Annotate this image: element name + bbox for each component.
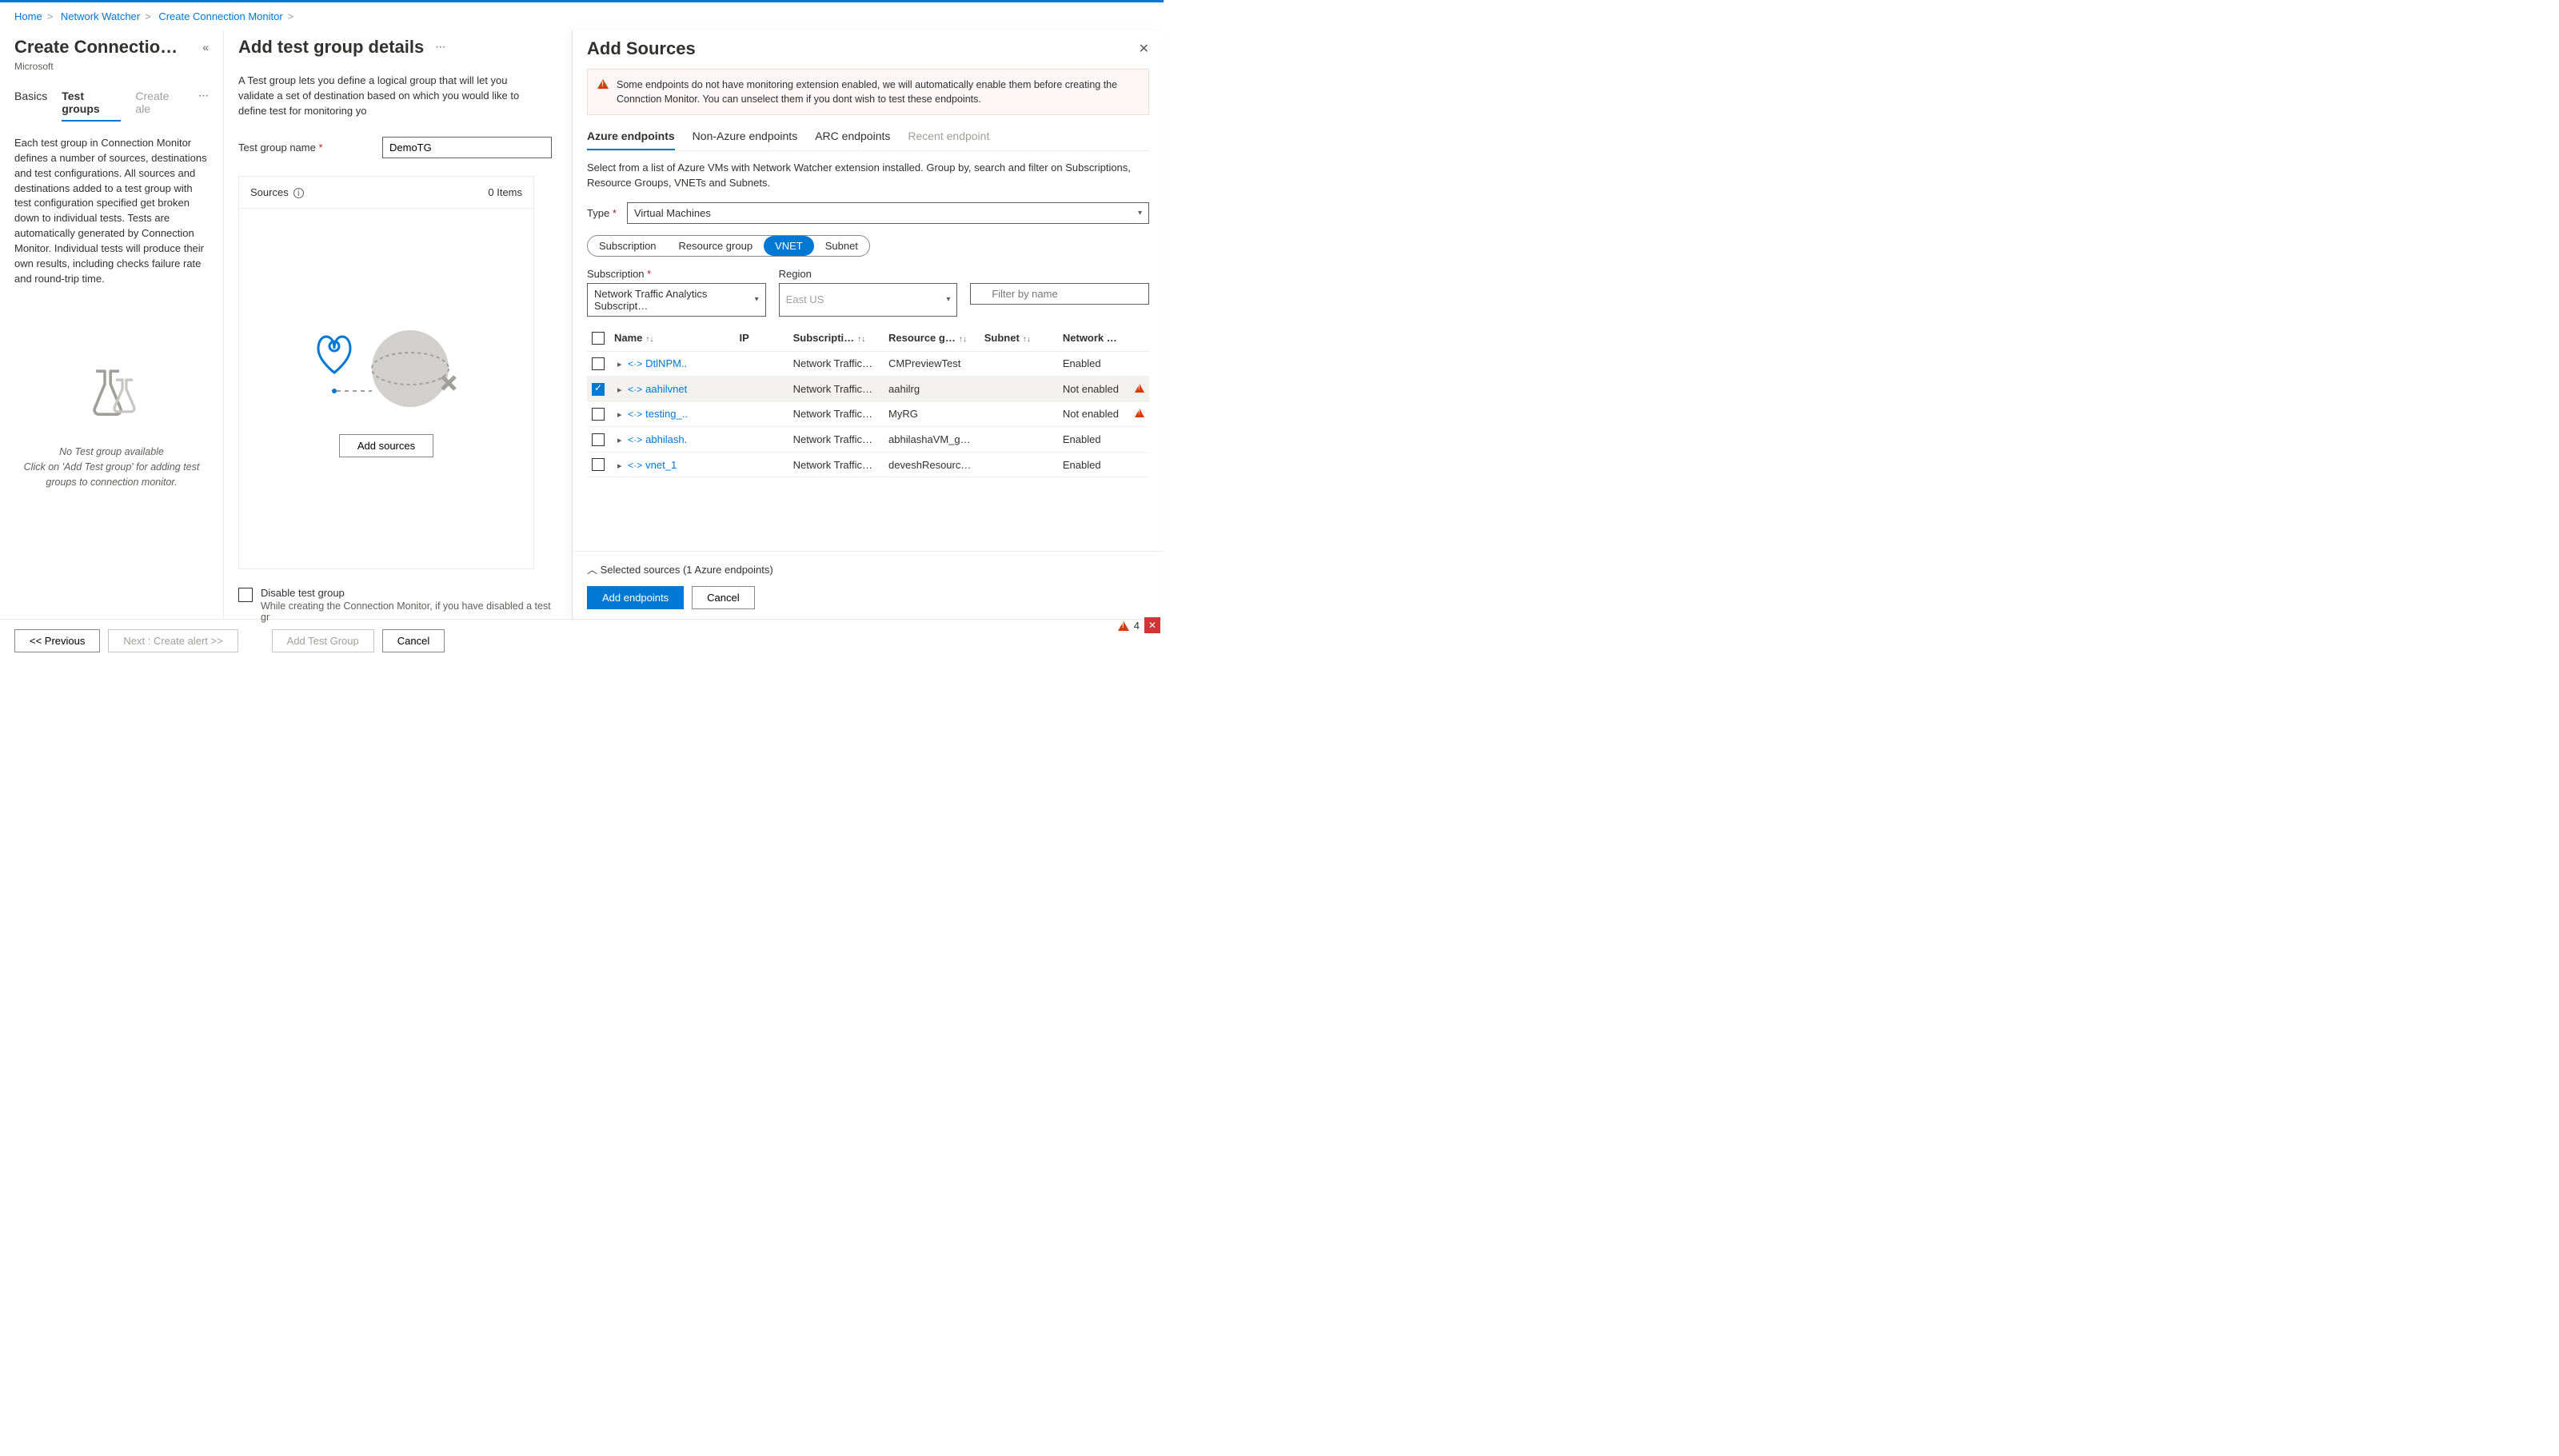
select-all-checkbox[interactable]: [592, 332, 605, 345]
pill-vnet[interactable]: VNET: [764, 236, 814, 256]
table-row[interactable]: ▸ <·>abhilash.Network Traffic…abhilashaV…: [587, 427, 1149, 453]
warning-icon: [597, 79, 609, 89]
disable-tg-sub: While creating the Connection Monitor, i…: [261, 600, 552, 623]
breadcrumb-create-cm[interactable]: Create Connection Monitor: [158, 10, 282, 22]
warning-icon: [1135, 384, 1144, 393]
subtitle: Microsoft: [14, 61, 209, 72]
row-checkbox[interactable]: [592, 458, 605, 471]
chevron-right-icon[interactable]: ▸: [617, 436, 622, 445]
row-checkbox[interactable]: [592, 383, 605, 396]
mid-title: Add test group details: [238, 37, 424, 58]
flyout-title: Add Sources: [587, 38, 696, 59]
page-title: Create Connection…: [14, 37, 182, 58]
info-icon[interactable]: i: [293, 188, 304, 198]
sort-icon[interactable]: ↑↓: [645, 335, 653, 344]
add-endpoints-button[interactable]: Add endpoints: [587, 586, 684, 609]
globe-illustration: [298, 321, 474, 417]
region-label: Region: [779, 268, 958, 280]
vnet-name-link[interactable]: testing_..: [645, 408, 688, 420]
tab-basics[interactable]: Basics: [14, 90, 47, 122]
left-description: Each test group in Connection Monitor de…: [14, 136, 209, 286]
endpoints-table: Name↑↓ IP Subscripti…↑↓ Resource g…↑↓ Su…: [587, 325, 1149, 477]
tg-name-label: Test group name *: [238, 142, 382, 154]
sort-icon[interactable]: ↑↓: [857, 335, 865, 344]
subscription-dropdown[interactable]: Network Traffic Analytics Subscript…▾: [587, 283, 766, 317]
previous-button[interactable]: << Previous: [14, 629, 100, 652]
sort-icon[interactable]: ↑↓: [1023, 335, 1031, 344]
chevron-right-icon[interactable]: ▸: [617, 410, 622, 420]
next-button[interactable]: Next : Create alert >>: [108, 629, 238, 652]
table-row[interactable]: ▸ <·>aahilvnetNetwork Traffic…aahilrgNot…: [587, 377, 1149, 402]
footer-cancel-button[interactable]: Cancel: [382, 629, 445, 652]
sort-icon[interactable]: ↑↓: [959, 335, 967, 344]
tab-test-groups[interactable]: Test groups: [62, 90, 121, 122]
row-checkbox[interactable]: [592, 357, 605, 370]
table-row[interactable]: ▸ <·>vnet_1Network Traffic…deveshResourc…: [587, 452, 1149, 477]
chevron-up-icon: ︿: [587, 564, 597, 576]
warning-icon: [1135, 409, 1144, 417]
vnet-name-link[interactable]: DtlNPM..: [645, 357, 687, 369]
vnet-icon: <·>: [628, 409, 642, 420]
disable-tg-checkbox[interactable]: [238, 588, 253, 602]
chevron-right-icon[interactable]: ▸: [617, 461, 622, 471]
dismiss-error-icon[interactable]: ✕: [1144, 617, 1160, 633]
chevron-right-icon[interactable]: ▸: [617, 385, 622, 395]
vnet-icon: <·>: [628, 434, 642, 445]
pill-subscription[interactable]: Subscription: [588, 236, 668, 256]
flyout-cancel-button[interactable]: Cancel: [692, 586, 754, 609]
vnet-name-link[interactable]: abhilash.: [645, 433, 687, 445]
tab-create-alert[interactable]: Create ale: [135, 90, 184, 122]
vnet-icon: <·>: [628, 460, 642, 471]
add-test-group-button[interactable]: Add Test Group: [272, 629, 374, 652]
table-row[interactable]: ▸ <·>testing_..Network Traffic…MyRGNot e…: [587, 401, 1149, 427]
breadcrumb-home[interactable]: Home: [14, 10, 42, 22]
pill-resource-group[interactable]: Resource group: [668, 236, 765, 256]
type-dropdown[interactable]: Virtual Machines▾: [627, 202, 1149, 224]
flask-icon: [76, 358, 148, 430]
flyout-subdesc: Select from a list of Azure VMs with Net…: [587, 161, 1149, 191]
chevron-down-icon: ▾: [755, 295, 759, 304]
chevron-down-icon: ▾: [946, 295, 950, 304]
vnet-name-link[interactable]: aahilvnet: [645, 383, 687, 395]
row-checkbox[interactable]: [592, 408, 605, 421]
breadcrumb: Home> Network Watcher> Create Connection…: [0, 2, 1164, 30]
tg-name-input[interactable]: [382, 137, 552, 158]
filter-name-input[interactable]: [970, 283, 1149, 305]
tab-arc-endpoints[interactable]: ARC endpoints: [815, 130, 890, 150]
breadcrumb-network-watcher[interactable]: Network Watcher: [61, 10, 140, 22]
items-count: 0 Items: [488, 186, 522, 199]
add-sources-flyout: Add Sources ✕ Some endpoints do not have…: [572, 30, 1164, 619]
disable-tg-label: Disable test group: [261, 587, 552, 599]
close-icon[interactable]: ✕: [1139, 41, 1149, 57]
tab-non-azure-endpoints[interactable]: Non-Azure endpoints: [693, 130, 798, 150]
selected-sources-toggle[interactable]: ︿ Selected sources (1 Azure endpoints): [587, 561, 1149, 576]
warning-icon[interactable]: [1118, 621, 1129, 631]
add-sources-button[interactable]: Add sources: [339, 434, 433, 457]
groupby-pill-group: Subscription Resource group VNET Subnet: [587, 235, 870, 257]
region-dropdown[interactable]: East US▾: [779, 283, 958, 317]
vnet-name-link[interactable]: vnet_1: [645, 459, 677, 471]
warning-banner: Some endpoints do not have monitoring ex…: [587, 69, 1149, 115]
sources-label: Sourcesi: [250, 186, 304, 199]
empty-state-text: No Test group available Click on 'Add Te…: [14, 445, 209, 489]
mid-more-icon[interactable]: ⋯: [435, 41, 445, 54]
row-checkbox[interactable]: [592, 433, 605, 446]
type-label: Type *: [587, 207, 627, 219]
table-row[interactable]: ▸ <·>DtlNPM..Network Traffic…CMPreviewTe…: [587, 351, 1149, 377]
warning-count: 4: [1134, 620, 1140, 632]
collapse-icon[interactable]: «: [202, 41, 209, 54]
pill-subnet[interactable]: Subnet: [814, 236, 869, 256]
chevron-down-icon: ▾: [1138, 209, 1142, 217]
more-icon[interactable]: ⋯: [198, 90, 209, 122]
tab-azure-endpoints[interactable]: Azure endpoints: [587, 130, 675, 150]
vnet-icon: <·>: [628, 384, 642, 395]
mid-description: A Test group lets you define a logical g…: [238, 74, 542, 119]
vnet-icon: <·>: [628, 358, 642, 369]
tab-recent-endpoint[interactable]: Recent endpoint: [908, 130, 989, 150]
chevron-right-icon[interactable]: ▸: [617, 360, 622, 369]
subscription-label: Subscription *: [587, 268, 766, 280]
